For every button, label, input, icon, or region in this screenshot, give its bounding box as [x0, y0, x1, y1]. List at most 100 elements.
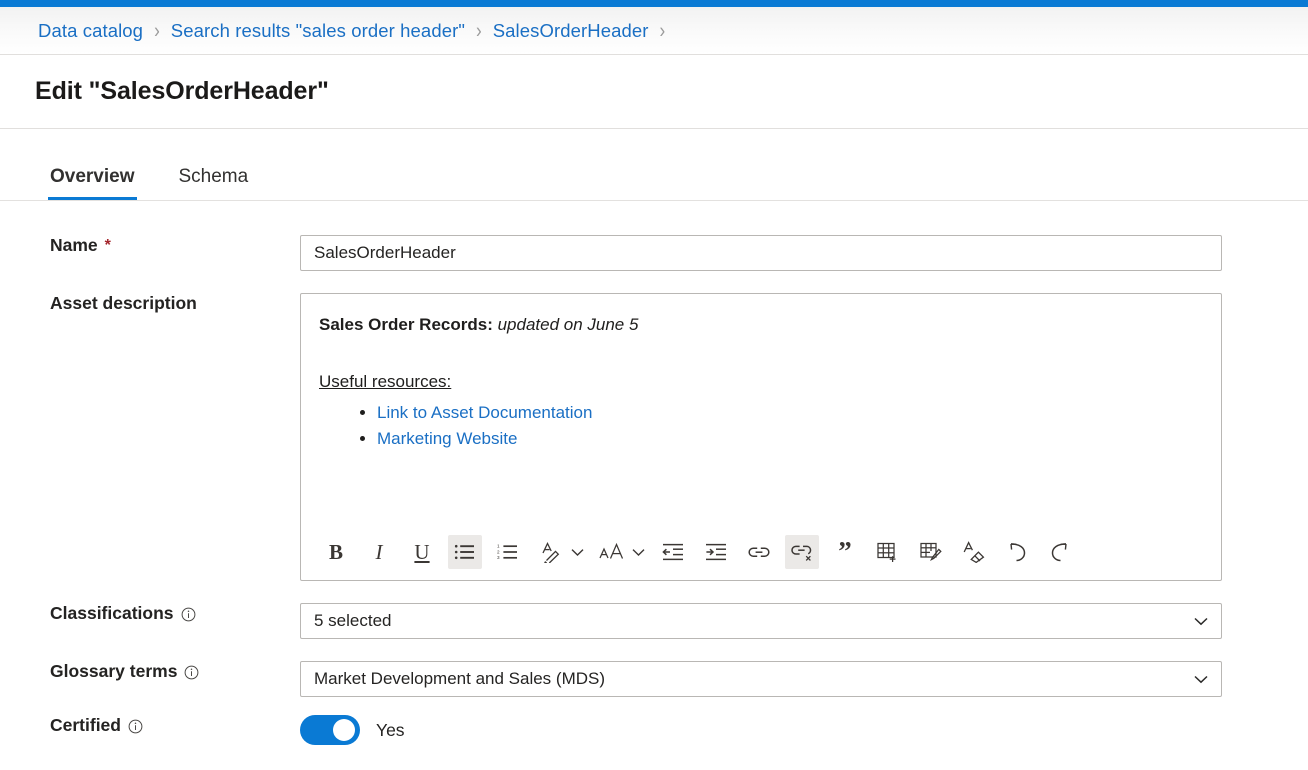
toggle-knob [333, 719, 355, 741]
glossary-terms-value: Market Development and Sales (MDS) [314, 669, 606, 688]
breadcrumb-item-salesorderheader[interactable]: SalesOrderHeader [493, 20, 649, 42]
glossary-terms-label: Glossary terms [0, 661, 300, 682]
list-item: Link to Asset Documentation [377, 400, 1201, 426]
svg-text:2: 2 [497, 549, 500, 554]
certified-toggle[interactable] [300, 715, 360, 745]
field-row-classifications: Classifications 5 selected [0, 603, 1308, 639]
description-blank-line [319, 343, 1201, 371]
italic-button[interactable]: I [362, 535, 396, 569]
insert-link-button[interactable] [742, 535, 776, 569]
tab-bar: Overview Schema [0, 129, 1308, 201]
blockquote-button[interactable]: ” [828, 535, 862, 569]
rich-text-toolbar: B I U 1 2 3 ” [301, 524, 1221, 580]
unlink-icon [790, 541, 814, 563]
classifications-label: Classifications [0, 603, 300, 624]
tab-schema[interactable]: Schema [177, 166, 251, 200]
edit-table-icon [919, 541, 943, 563]
info-icon[interactable] [181, 607, 196, 622]
name-label: Name * [0, 235, 300, 256]
font-color-chevron [568, 535, 586, 569]
breadcrumb-separator-icon: › [476, 18, 482, 43]
field-row-certified: Certified Yes [0, 715, 1308, 745]
font-color-button[interactable] [534, 535, 586, 569]
list-item: Marketing Website [377, 426, 1201, 452]
breadcrumb-separator-icon: › [659, 18, 666, 43]
bulleted-list-button[interactable] [448, 535, 482, 569]
field-row-name: Name * [0, 235, 1308, 271]
glossary-terms-dropdown[interactable]: Market Development and Sales (MDS) [300, 661, 1222, 697]
bulleted-list-icon [454, 542, 476, 562]
name-label-text: Name [50, 235, 98, 255]
chevron-down-icon [1191, 669, 1211, 689]
edit-asset-form: Name * Asset description Sales Order Reco… [0, 201, 1308, 745]
undo-button[interactable] [1000, 535, 1034, 569]
breadcrumb-item-data-catalog[interactable]: Data catalog [38, 20, 143, 42]
font-color-icon [540, 541, 562, 563]
page-title: Edit "SalesOrderHeader" [35, 77, 329, 105]
classifications-dropdown[interactable]: 5 selected [300, 603, 1222, 639]
tab-schema-label: Schema [178, 166, 249, 187]
link-icon [747, 542, 771, 562]
classifications-value: 5 selected [314, 611, 392, 630]
page-title-bar: Edit "SalesOrderHeader" [0, 55, 1308, 129]
font-color-icon-wrap [534, 535, 568, 569]
rich-text-editor-content[interactable]: Sales Order Records: updated on June 5 U… [301, 294, 1221, 524]
numbered-list-icon: 1 2 3 [497, 542, 519, 562]
certified-toggle-wrap: Yes [300, 715, 1222, 745]
breadcrumb-separator-icon: › [154, 18, 160, 43]
svg-text:3: 3 [497, 555, 500, 560]
decrease-indent-icon [662, 542, 684, 562]
description-link-asset-documentation[interactable]: Link to Asset Documentation [377, 403, 592, 422]
asset-description-label-text: Asset description [50, 293, 197, 313]
increase-indent-icon [705, 542, 727, 562]
description-link-marketing-website[interactable]: Marketing Website [377, 429, 517, 448]
quote-icon: ” [838, 536, 852, 567]
name-input[interactable] [300, 235, 1222, 271]
insert-table-icon [876, 541, 900, 563]
field-row-glossary-terms: Glossary terms Market Development and Sa… [0, 661, 1308, 697]
breadcrumb: Data catalog › Search results "sales ord… [0, 7, 1308, 55]
decrease-indent-button[interactable] [656, 535, 690, 569]
insert-table-button[interactable] [871, 535, 905, 569]
description-subheading-text: Useful resources: [319, 371, 452, 391]
underline-icon: U [414, 539, 430, 564]
tab-overview[interactable]: Overview [48, 166, 137, 200]
description-heading: Sales Order Records: updated on June 5 [319, 314, 1201, 337]
font-size-icon [599, 541, 625, 563]
certified-label: Certified [0, 715, 300, 736]
info-icon[interactable] [184, 665, 199, 680]
edit-table-button[interactable] [914, 535, 948, 569]
clear-formatting-button[interactable] [957, 535, 991, 569]
breadcrumb-item-search-results[interactable]: Search results "sales order header" [171, 20, 465, 42]
clear-formatting-icon [962, 541, 986, 563]
redo-icon [1048, 541, 1072, 563]
top-accent-bar [0, 0, 1308, 7]
svg-text:1: 1 [497, 544, 500, 549]
glossary-terms-label-text: Glossary terms [50, 661, 178, 681]
font-size-chevron [629, 535, 647, 569]
font-size-icon-wrap [595, 535, 629, 569]
chevron-down-icon [1191, 611, 1211, 631]
underline-button[interactable]: U [405, 535, 439, 569]
field-row-asset-description: Asset description Sales Order Records: u… [0, 293, 1308, 581]
asset-description-label: Asset description [0, 293, 300, 314]
rich-text-editor: Sales Order Records: updated on June 5 U… [300, 293, 1222, 581]
description-subheading: Useful resources: [319, 371, 1201, 394]
tab-overview-label: Overview [50, 166, 135, 187]
numbered-list-button[interactable]: 1 2 3 [491, 535, 525, 569]
bold-icon: B [328, 539, 343, 564]
description-heading-bold: Sales Order Records: [319, 315, 493, 334]
font-size-button[interactable] [595, 535, 647, 569]
bold-button[interactable]: B [319, 535, 353, 569]
certified-label-text: Certified [50, 715, 121, 735]
description-heading-italic: updated on June 5 [492, 315, 639, 334]
italic-icon: I [375, 539, 383, 564]
certified-state-label: Yes [376, 719, 405, 740]
classifications-label-text: Classifications [50, 603, 174, 623]
redo-button[interactable] [1043, 535, 1077, 569]
info-icon[interactable] [128, 719, 143, 734]
increase-indent-button[interactable] [699, 535, 733, 569]
remove-link-button[interactable] [785, 535, 819, 569]
undo-icon [1005, 541, 1029, 563]
description-link-list: Link to Asset Documentation Marketing We… [319, 400, 1201, 453]
